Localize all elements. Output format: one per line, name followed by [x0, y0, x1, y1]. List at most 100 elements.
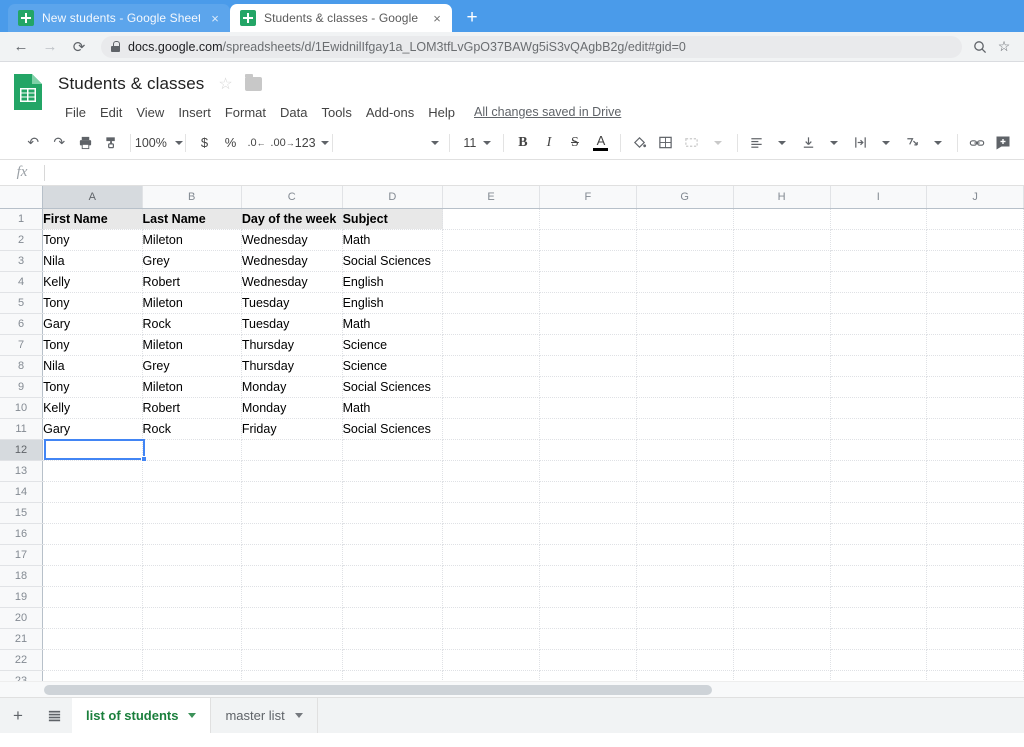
cell-J11[interactable] [926, 418, 1024, 440]
cell-G20[interactable] [636, 607, 734, 629]
cell-J2[interactable] [926, 229, 1024, 251]
cell-I11[interactable] [830, 418, 928, 440]
cell-F22[interactable] [539, 649, 637, 671]
cell-J19[interactable] [926, 586, 1024, 608]
italic-button[interactable]: I [536, 130, 562, 156]
cell-G7[interactable] [636, 334, 734, 356]
cell-D1[interactable]: Subject [342, 208, 444, 230]
cell-E16[interactable] [442, 523, 540, 545]
cell-I4[interactable] [830, 271, 928, 293]
cell-E9[interactable] [442, 376, 540, 398]
back-icon[interactable]: ← [8, 34, 34, 60]
cell-J5[interactable] [926, 292, 1024, 314]
text-rotation-icon[interactable] [899, 130, 925, 156]
cell-H7[interactable] [733, 334, 831, 356]
cell-F14[interactable] [539, 481, 637, 503]
cell-E1[interactable] [442, 208, 540, 230]
cell-J12[interactable] [926, 439, 1024, 461]
zoom-level-dropdown[interactable]: 100% [135, 130, 183, 156]
cell-G8[interactable] [636, 355, 734, 377]
redo-icon[interactable]: ↷ [46, 130, 72, 156]
cell-I15[interactable] [830, 502, 928, 524]
cell-J13[interactable] [926, 460, 1024, 482]
cell-G5[interactable] [636, 292, 734, 314]
cell-G23[interactable] [636, 670, 734, 681]
cell-G10[interactable] [636, 397, 734, 419]
cell-F9[interactable] [539, 376, 637, 398]
cell-J18[interactable] [926, 565, 1024, 587]
menu-file[interactable]: File [58, 103, 93, 122]
row-header-12[interactable]: 12 [0, 439, 44, 461]
cell-C13[interactable] [241, 460, 343, 482]
font-size-dropdown[interactable]: 11 [455, 130, 497, 156]
cell-B16[interactable] [142, 523, 242, 545]
menu-data[interactable]: Data [273, 103, 314, 122]
cell-F18[interactable] [539, 565, 637, 587]
vertical-align-icon[interactable] [795, 130, 821, 156]
cell-E22[interactable] [442, 649, 540, 671]
print-icon[interactable] [72, 130, 98, 156]
cell-C19[interactable] [241, 586, 343, 608]
cell-G3[interactable] [636, 250, 734, 272]
row-header-7[interactable]: 7 [0, 334, 44, 356]
browser-tab-1[interactable]: New students - Google Sheets × [8, 4, 230, 32]
insert-comment-icon[interactable] [990, 130, 1016, 156]
cell-J10[interactable] [926, 397, 1024, 419]
cell-D22[interactable] [342, 649, 444, 671]
cell-H1[interactable] [733, 208, 831, 230]
cell-E10[interactable] [442, 397, 540, 419]
cell-J22[interactable] [926, 649, 1024, 671]
cell-I20[interactable] [830, 607, 928, 629]
column-header-J[interactable]: J [926, 186, 1024, 209]
column-header-B[interactable]: B [142, 186, 242, 209]
cell-H17[interactable] [733, 544, 831, 566]
cell-I18[interactable] [830, 565, 928, 587]
cell-I17[interactable] [830, 544, 928, 566]
cell-A15[interactable] [42, 502, 143, 524]
cell-H2[interactable] [733, 229, 831, 251]
row-header-11[interactable]: 11 [0, 418, 44, 440]
cell-E21[interactable] [442, 628, 540, 650]
cell-H9[interactable] [733, 376, 831, 398]
cell-B5[interactable]: Mileton [142, 292, 242, 314]
cell-F3[interactable] [539, 250, 637, 272]
cell-C14[interactable] [241, 481, 343, 503]
cell-H22[interactable] [733, 649, 831, 671]
cell-H3[interactable] [733, 250, 831, 272]
cell-A17[interactable] [42, 544, 143, 566]
cell-F17[interactable] [539, 544, 637, 566]
cell-G19[interactable] [636, 586, 734, 608]
cell-B22[interactable] [142, 649, 242, 671]
cell-D5[interactable]: English [342, 292, 444, 314]
cell-F16[interactable] [539, 523, 637, 545]
row-header-2[interactable]: 2 [0, 229, 44, 251]
cell-F10[interactable] [539, 397, 637, 419]
cell-H15[interactable] [733, 502, 831, 524]
cell-G4[interactable] [636, 271, 734, 293]
cell-D17[interactable] [342, 544, 444, 566]
column-header-I[interactable]: I [830, 186, 928, 209]
cell-H13[interactable] [733, 460, 831, 482]
sheet-tab-list-of-students[interactable]: list of students [72, 698, 212, 733]
cell-B6[interactable]: Rock [142, 313, 242, 335]
increase-decimal-button[interactable]: .00 → [270, 130, 296, 156]
cell-B17[interactable] [142, 544, 242, 566]
cell-G16[interactable] [636, 523, 734, 545]
cell-D13[interactable] [342, 460, 444, 482]
cell-F5[interactable] [539, 292, 637, 314]
cell-B13[interactable] [142, 460, 242, 482]
cell-I3[interactable] [830, 250, 928, 272]
column-header-G[interactable]: G [636, 186, 734, 209]
cell-C15[interactable] [241, 502, 343, 524]
cell-F23[interactable] [539, 670, 637, 681]
cell-G11[interactable] [636, 418, 734, 440]
vertical-align-chevron-icon[interactable] [821, 130, 847, 156]
cell-B14[interactable] [142, 481, 242, 503]
cell-F19[interactable] [539, 586, 637, 608]
horizontal-align-icon[interactable] [743, 130, 769, 156]
text-color-button[interactable]: A [588, 130, 614, 156]
cell-B15[interactable] [142, 502, 242, 524]
cell-C23[interactable] [241, 670, 343, 681]
font-family-dropdown[interactable] [339, 130, 443, 156]
reload-icon[interactable]: ⟳ [66, 34, 92, 60]
